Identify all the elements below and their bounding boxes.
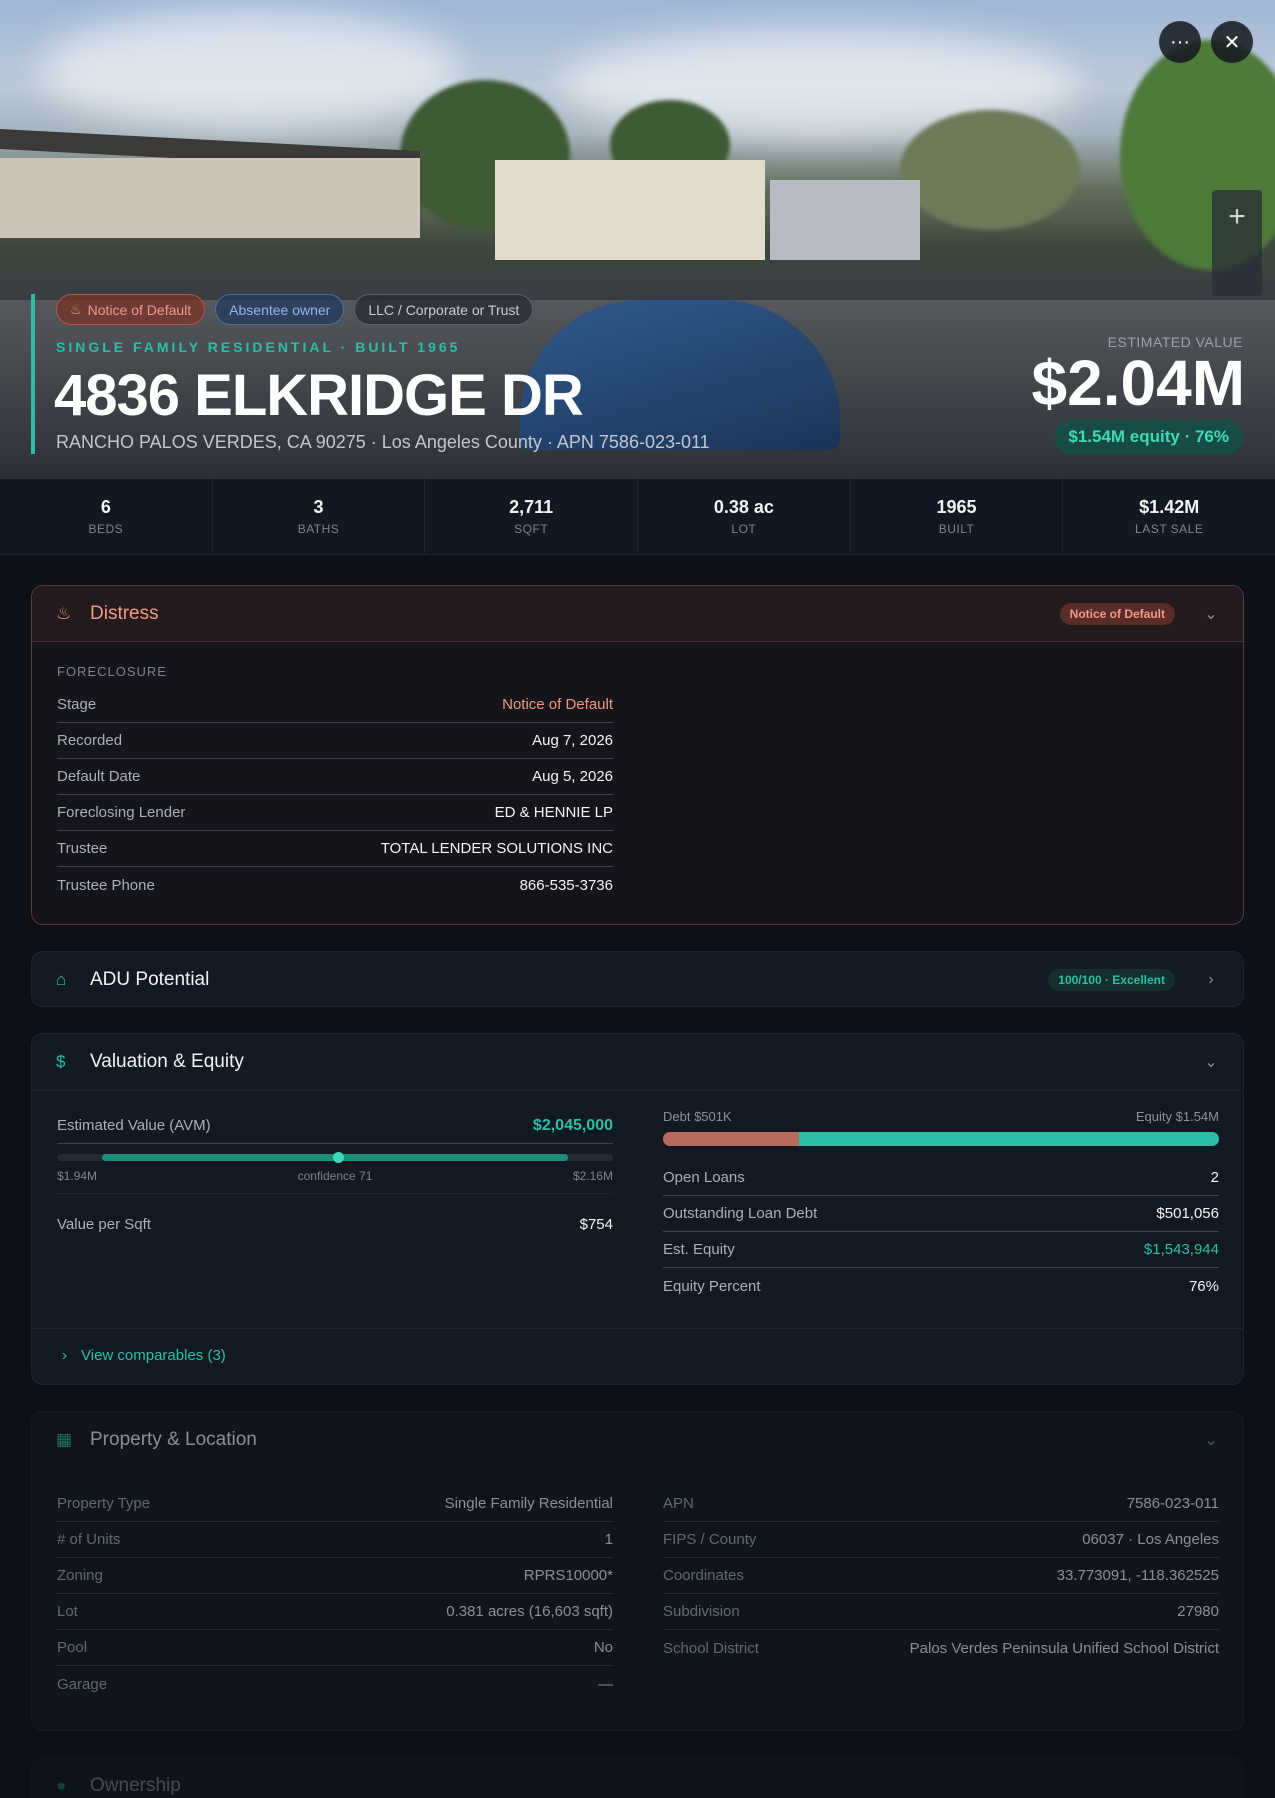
debt-equity-bar — [663, 1132, 1219, 1146]
kv-row: Subdivision 27980 — [663, 1594, 1219, 1630]
cloud — [40, 10, 460, 130]
adu-title: ADU Potential — [90, 969, 210, 990]
kv-row: # of Units 1 — [57, 1522, 613, 1558]
stat-beds: 6 BEDS — [0, 479, 213, 554]
estimated-value: $2.04M — [1031, 347, 1245, 419]
flame-icon: ♨ — [56, 603, 72, 623]
kv-row: Foreclosing Lender ED & HENNIE LP — [57, 795, 613, 831]
ownership-section[interactable]: ● Ownership — [31, 1757, 1244, 1798]
tree — [900, 110, 1080, 230]
debt-equity-block: Debt $501K Equity $1.54M Open Loans 2 Out… — [663, 1109, 1219, 1304]
property-address: 4836 ELKRIDGE DR — [54, 363, 584, 428]
close-button[interactable]: ✕ — [1211, 21, 1253, 63]
accent-bar — [31, 294, 35, 454]
kv-row: Stage Notice of Default — [57, 687, 613, 723]
avm-range-slider — [57, 1152, 613, 1163]
property-subtype: SINGLE FAMILY RESIDENTIAL · BUILT 1965 — [56, 339, 461, 355]
property-header[interactable]: ▦ Property & Location ⌄ — [32, 1412, 1243, 1468]
kv-row: Lot 0.381 acres (16,603 sqft) — [57, 1594, 613, 1630]
badge-absentee-owner: Absentee owner — [215, 294, 345, 325]
debt-equity-labels: Debt $501K Equity $1.54M — [663, 1109, 1219, 1124]
property-section: ▦ Property & Location ⌄ Property Type Sin… — [31, 1411, 1244, 1731]
status-badges: ♨ Notice of Default Absentee owner LLC /… — [56, 294, 534, 325]
chevron-right-icon: › — [62, 1347, 67, 1364]
dollar-icon: $ — [56, 1052, 66, 1071]
stat-sqft: 2,711 SQFT — [425, 479, 639, 554]
badge-notice-of-default: ♨ Notice of Default — [56, 294, 206, 325]
kv-row: Est. Equity $1,543,944 — [663, 1232, 1219, 1268]
more-options-button[interactable]: ··· — [1159, 21, 1201, 63]
distress-section: ♨ Distress Notice of Default ⌄ FORECLOSU… — [31, 585, 1244, 925]
chevron-down-icon[interactable]: ⌄ — [1203, 1052, 1219, 1072]
equity-segment — [799, 1132, 1219, 1146]
user-icon: ● — [56, 1776, 67, 1795]
divider — [32, 1328, 1243, 1329]
chevron-down-icon[interactable]: ⌄ — [1203, 1430, 1219, 1450]
kv-row: Pool No — [57, 1630, 613, 1666]
kv-row: Recorded Aug 7, 2026 — [57, 723, 613, 759]
home-icon: ⌂ — [56, 970, 67, 989]
property-right-list: APN 7586-023-011 FIPS / County 06037 · Los… — [663, 1486, 1219, 1666]
close-icon: ✕ — [1223, 31, 1241, 54]
equity-pill: $1.54M equity · 76% — [1054, 420, 1243, 454]
avm-block: Estimated Value (AVM) $2,045,000 $1.94M … — [57, 1108, 613, 1254]
building-icon: ▦ — [56, 1430, 73, 1449]
stat-built: 1965 BUILT — [851, 479, 1064, 554]
foreclosure-label: FORECLOSURE — [57, 664, 167, 679]
kv-row: APN 7586-023-011 — [663, 1486, 1219, 1522]
more-icon: ··· — [1170, 30, 1190, 53]
per-sqft-row: Value per Sqft $754 — [57, 1215, 613, 1233]
valuation-title: Valuation & Equity — [90, 1051, 244, 1072]
ownership-header[interactable]: ● Ownership — [32, 1758, 1243, 1798]
hero-photo: ··· ✕ + ♨ Notice of Default Absentee own… — [0, 0, 1275, 479]
property-left-list: Property Type Single Family Residential #… — [57, 1486, 613, 1702]
foreclosure-list: FORECLOSURE Stage Notice of Default Recor… — [57, 664, 613, 903]
house — [0, 158, 420, 238]
kv-row: Outstanding Loan Debt $501,056 — [663, 1196, 1219, 1232]
kv-row: Trustee Phone 866-535-3736 — [57, 876, 613, 894]
property-location: RANCHO PALOS VERDES, CA 90275 · Los Ange… — [56, 432, 710, 452]
badge-llc: LLC / Corporate or Trust — [354, 294, 534, 325]
kv-row: Trustee TOTAL LENDER SOLUTIONS INC — [57, 831, 613, 867]
kv-row: Garage — — [57, 1675, 613, 1693]
flame-icon: ♨ — [70, 301, 82, 317]
valuation-section: $ Valuation & Equity ⌄ Estimated Value (… — [31, 1033, 1244, 1385]
house — [495, 160, 765, 260]
kv-row: Property Type Single Family Residential — [57, 1486, 613, 1522]
house — [770, 180, 920, 260]
chevron-right-icon[interactable]: › — [1203, 971, 1219, 989]
distress-title: Distress — [90, 602, 159, 624]
stat-baths: 3 BATHS — [213, 479, 426, 554]
distress-header[interactable]: ♨ Distress Notice of Default ⌄ — [32, 586, 1243, 642]
valuation-header[interactable]: $ Valuation & Equity ⌄ — [32, 1034, 1243, 1090]
kv-row: Coordinates 33.773091, -118.362525 — [663, 1558, 1219, 1594]
view-comparables-link[interactable]: › View comparables (3) — [62, 1347, 226, 1364]
adu-header[interactable]: ⌂ ADU Potential 100/100 · Excellent › — [32, 952, 1243, 1006]
adu-section[interactable]: ⌂ ADU Potential 100/100 · Excellent › — [31, 951, 1244, 1007]
kv-row: School District Palos Verdes Peninsula Un… — [663, 1639, 1219, 1657]
stat-last-sale: $1.42M LAST SALE — [1135, 497, 1204, 536]
chevron-down-icon[interactable]: ⌄ — [1203, 604, 1219, 624]
kv-row: Open Loans 2 — [663, 1160, 1219, 1196]
kv-row: Zoning RPRS10000* — [57, 1558, 613, 1594]
ownership-title: Ownership — [90, 1775, 181, 1796]
debt-segment — [663, 1132, 800, 1146]
divider — [32, 1090, 1243, 1091]
avm-range-labels: $1.94M confidence 71 $2.16M — [57, 1169, 613, 1183]
zoom-in-icon[interactable]: + — [1228, 190, 1246, 243]
kv-row: Default Date Aug 5, 2026 — [57, 759, 613, 795]
adu-score-badge: 100/100 · Excellent — [1048, 969, 1175, 991]
avm-range-marker — [333, 1152, 344, 1163]
kv-row: Equity Percent 76% — [663, 1277, 1219, 1295]
stat-lot: 0.38 ac LOT — [638, 479, 851, 554]
distress-badge: Notice of Default — [1059, 603, 1175, 625]
map-zoom-control[interactable]: + — [1212, 190, 1262, 296]
avm-row: Estimated Value (AVM) $2,045,000 — [57, 1108, 613, 1144]
kv-row: FIPS / County 06037 · Los Angeles — [663, 1522, 1219, 1558]
stats-bar: 6 BEDS 3 BATHS 2,711 SQFT 0.38 ac LOT 1965 BU… — [0, 479, 1275, 555]
property-title: Property & Location — [90, 1429, 257, 1450]
